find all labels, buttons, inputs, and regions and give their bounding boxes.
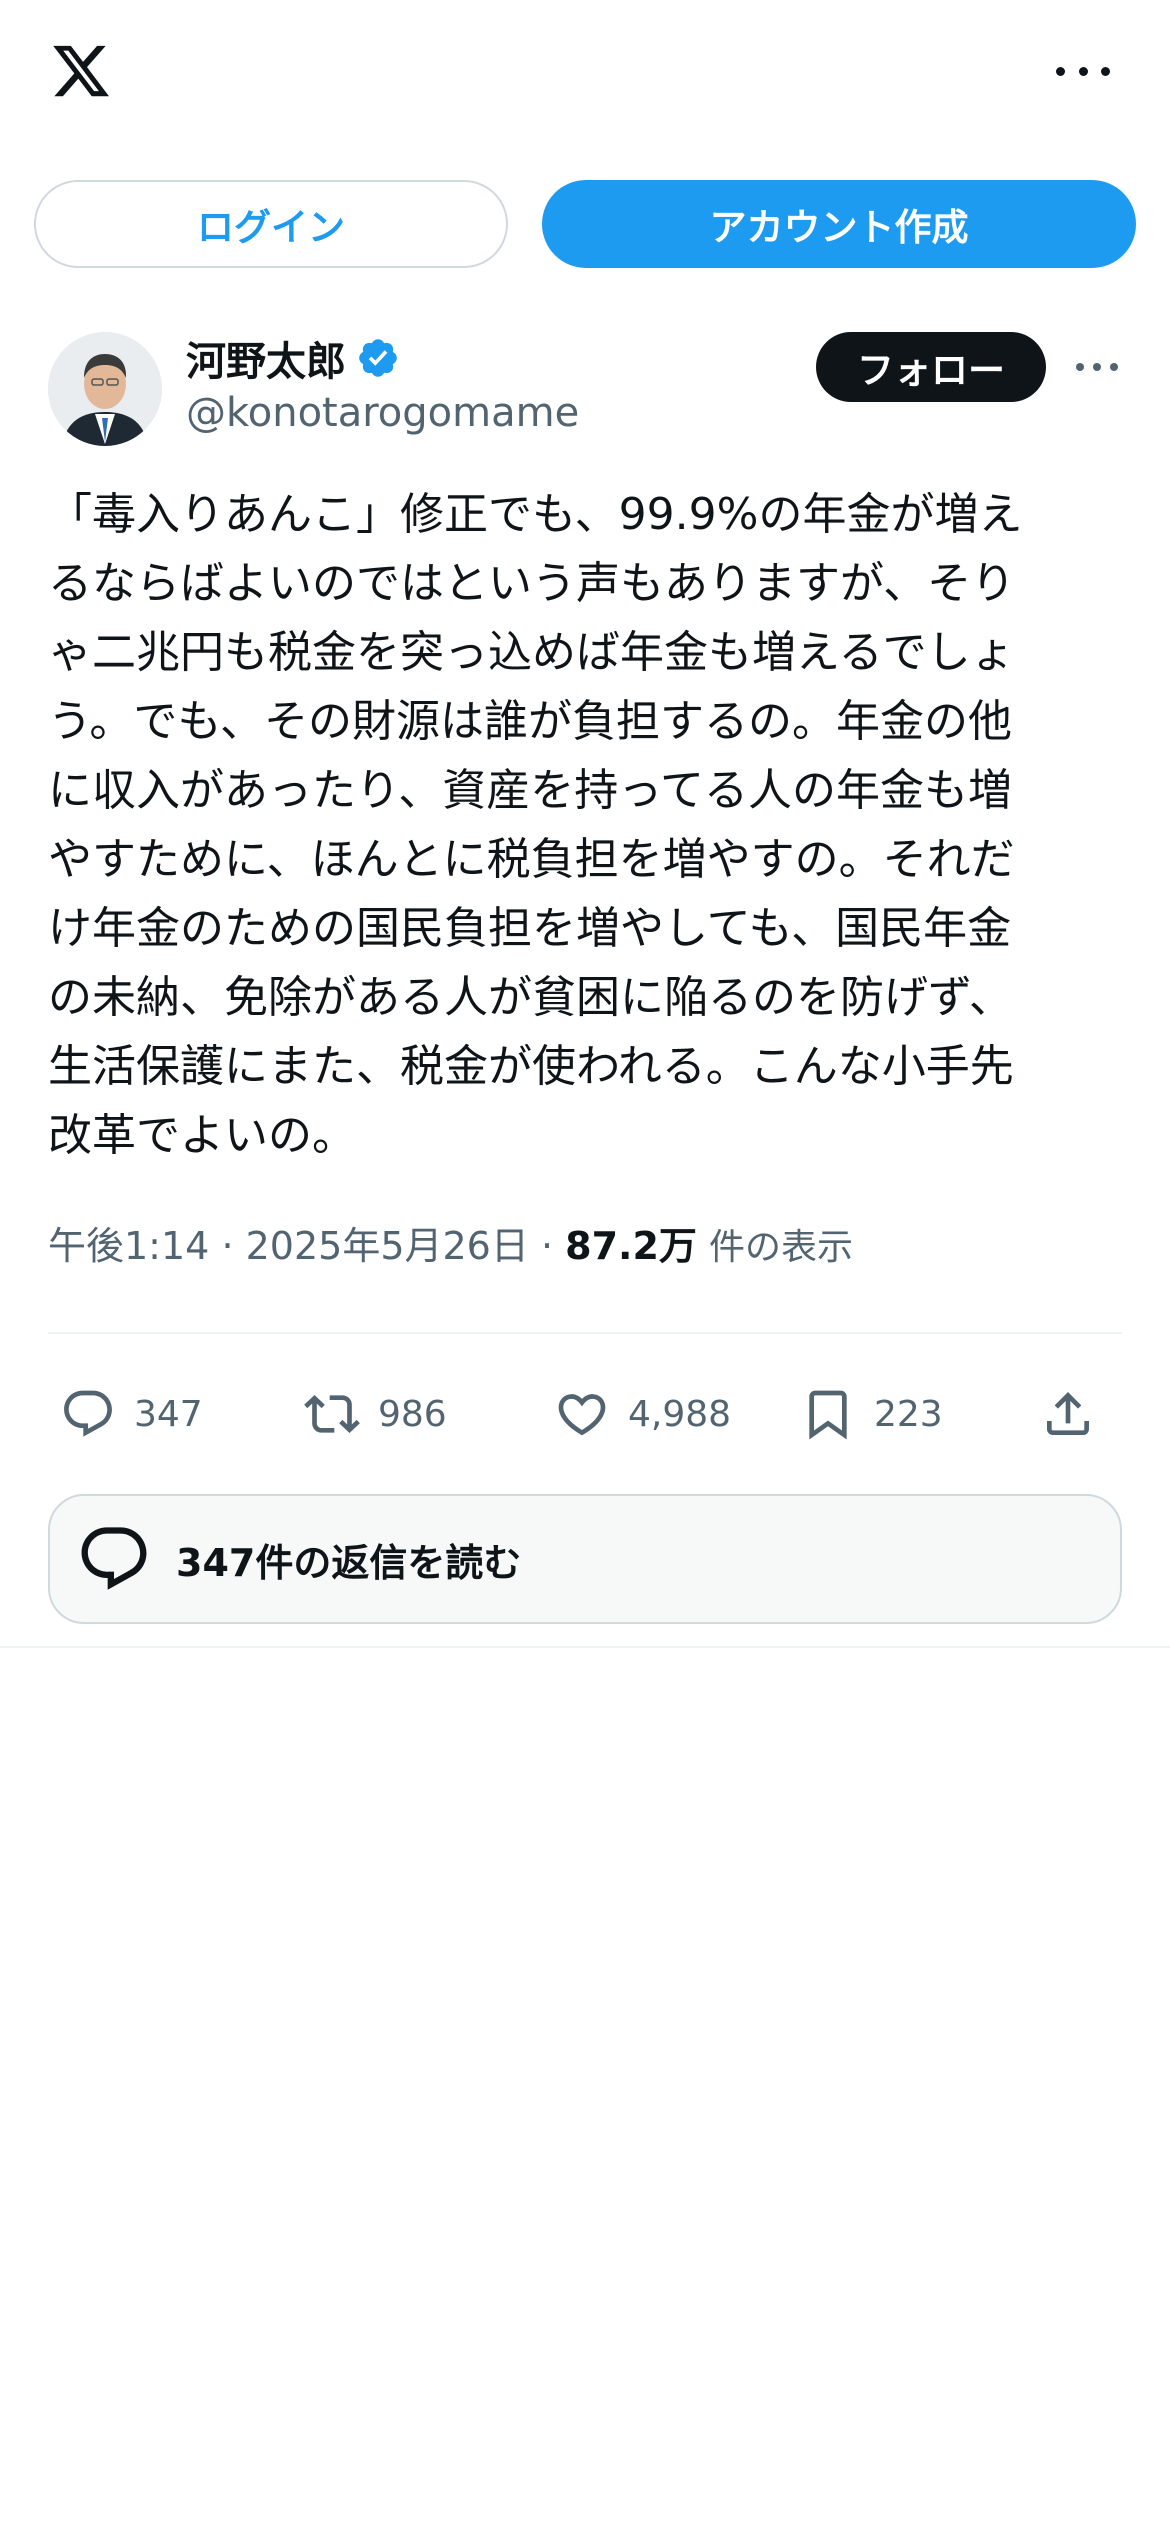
like-count: 4,988 <box>628 1393 732 1435</box>
repost-icon <box>304 1395 360 1433</box>
meta-separator: · <box>540 1224 566 1268</box>
divider <box>0 1646 1170 1648</box>
reply-count: 347 <box>134 1393 203 1435</box>
read-replies-label: 347件の返信を読む <box>176 1540 522 1585</box>
verified-badge-icon <box>359 339 397 377</box>
tweet-actions: 347 986 4,988 223 <box>48 1362 1122 1462</box>
tweet-meta: 午後1:14 · 2025年5月26日 · 87.2万 件の表示 <box>48 1215 1122 1270</box>
divider <box>48 1332 1122 1334</box>
follow-button[interactable]: フォロー <box>816 332 1046 402</box>
views-count: 87.2万 <box>565 1224 697 1268</box>
like-button[interactable]: 4,988 <box>554 1384 731 1444</box>
reply-icon <box>64 1390 112 1437</box>
views-label: 件の表示 <box>708 1227 853 1268</box>
bookmark-button[interactable]: 223 <box>800 1384 943 1444</box>
share-button[interactable] <box>1040 1384 1096 1444</box>
tweet-text: 「毒入りあんこ」修正でも、99.9%の年金が増え るならばよいのではという声もあ… <box>48 489 1023 1161</box>
top-bar <box>0 0 1170 150</box>
share-icon <box>1047 1392 1089 1435</box>
bookmark-icon <box>809 1390 847 1440</box>
chat-bubbles-icon <box>81 1527 147 1590</box>
repost-button[interactable]: 986 <box>304 1384 447 1444</box>
x-logo-icon[interactable] <box>48 40 114 102</box>
login-button[interactable]: ログイン <box>34 180 508 268</box>
reply-button[interactable]: 347 <box>60 1384 203 1444</box>
heart-icon <box>558 1394 606 1436</box>
bookmark-count: 223 <box>874 1393 943 1435</box>
repost-count: 986 <box>378 1393 447 1435</box>
avatar-image <box>48 332 162 446</box>
tweet-more-icon[interactable] <box>1076 360 1118 374</box>
read-replies-button[interactable]: 347件の返信を読む <box>48 1494 1122 1624</box>
tweet-date[interactable]: 2025年5月26日 <box>246 1224 529 1268</box>
avatar[interactable] <box>48 332 162 446</box>
create-account-button[interactable]: アカウント作成 <box>542 180 1136 268</box>
author-handle[interactable]: @konotarogomame <box>186 390 579 436</box>
author-name-row: 河野太郎 <box>186 330 400 386</box>
author-name[interactable]: 河野太郎 <box>186 329 346 387</box>
meta-separator: · <box>221 1224 246 1268</box>
more-horizontal-icon[interactable] <box>1056 56 1110 86</box>
tweet-time[interactable]: 午後1:14 <box>48 1224 209 1268</box>
auth-buttons: ログイン アカウント作成 <box>0 180 1170 270</box>
